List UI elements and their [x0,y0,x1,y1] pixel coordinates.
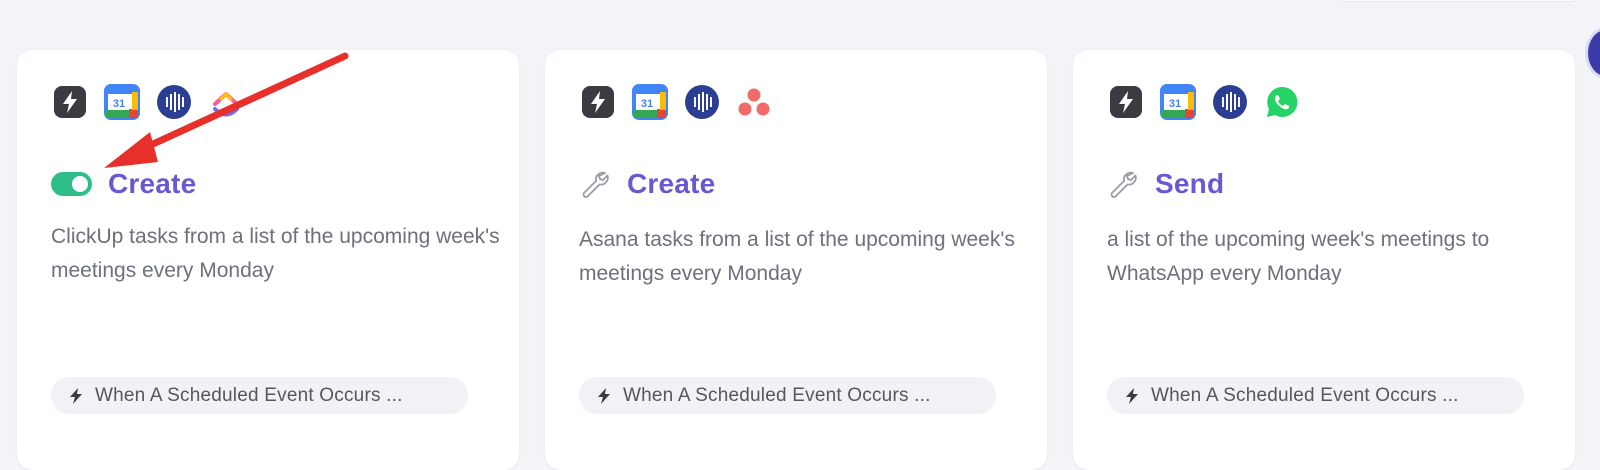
avatar[interactable] [1588,30,1600,76]
card-title[interactable]: Create [627,168,715,200]
wrench-icon [579,168,611,200]
toggle-knob [72,176,88,192]
whatsapp-icon [1264,84,1300,120]
calendar-day: 31 [1169,98,1181,110]
audio-wave-icon [1212,84,1248,120]
trigger-pill[interactable]: When A Scheduled Event Occurs ... [51,377,468,414]
trigger-pill[interactable]: When A Scheduled Event Occurs ... [579,377,996,414]
calendar-day: 31 [641,98,653,110]
bolt-icon [1108,84,1144,120]
workflow-card[interactable]: 31 Send a list of the upcoming week's me… [1073,50,1575,470]
card-title-row: Create [51,168,196,200]
app-icon-row: 31 [52,84,244,120]
bolt-icon [595,387,613,405]
google-calendar-icon: 31 [632,84,668,120]
card-title[interactable]: Send [1155,168,1224,200]
trigger-label: When A Scheduled Event Occurs ... [95,384,403,406]
app-icon-row: 31 [580,84,772,120]
top-tab-edge [1338,0,1578,2]
card-title[interactable]: Create [108,168,196,200]
audio-wave-icon [684,84,720,120]
card-description: ClickUp tasks from a list of the upcomin… [51,225,500,282]
clickup-icon [208,84,244,120]
app-icon-row: 31 [1108,84,1300,120]
wrench-icon [1107,168,1139,200]
bolt-icon [67,387,85,405]
card-title-row: Send [1107,168,1224,200]
trigger-pill[interactable]: When A Scheduled Event Occurs ... [1107,377,1524,414]
card-description: Asana tasks from a list of the upcoming … [579,228,1015,285]
audio-wave-icon [156,84,192,120]
card-title-row: Create [579,168,715,200]
google-calendar-icon: 31 [1160,84,1196,120]
card-description: a list of the upcoming week's meetings t… [1107,228,1490,285]
calendar-day: 31 [113,98,125,110]
bolt-icon [52,84,88,120]
trigger-label: When A Scheduled Event Occurs ... [623,384,931,406]
bolt-icon [580,84,616,120]
workflow-card[interactable]: 31 Create ClickUp tasks from a list of t… [17,50,519,470]
google-calendar-icon: 31 [104,84,140,120]
bolt-icon [1123,387,1141,405]
asana-icon [736,84,772,120]
workflow-card[interactable]: 31 Create Asana tasks from a list of the… [545,50,1047,470]
trigger-label: When A Scheduled Event Occurs ... [1151,384,1459,406]
active-toggle[interactable] [51,172,92,196]
